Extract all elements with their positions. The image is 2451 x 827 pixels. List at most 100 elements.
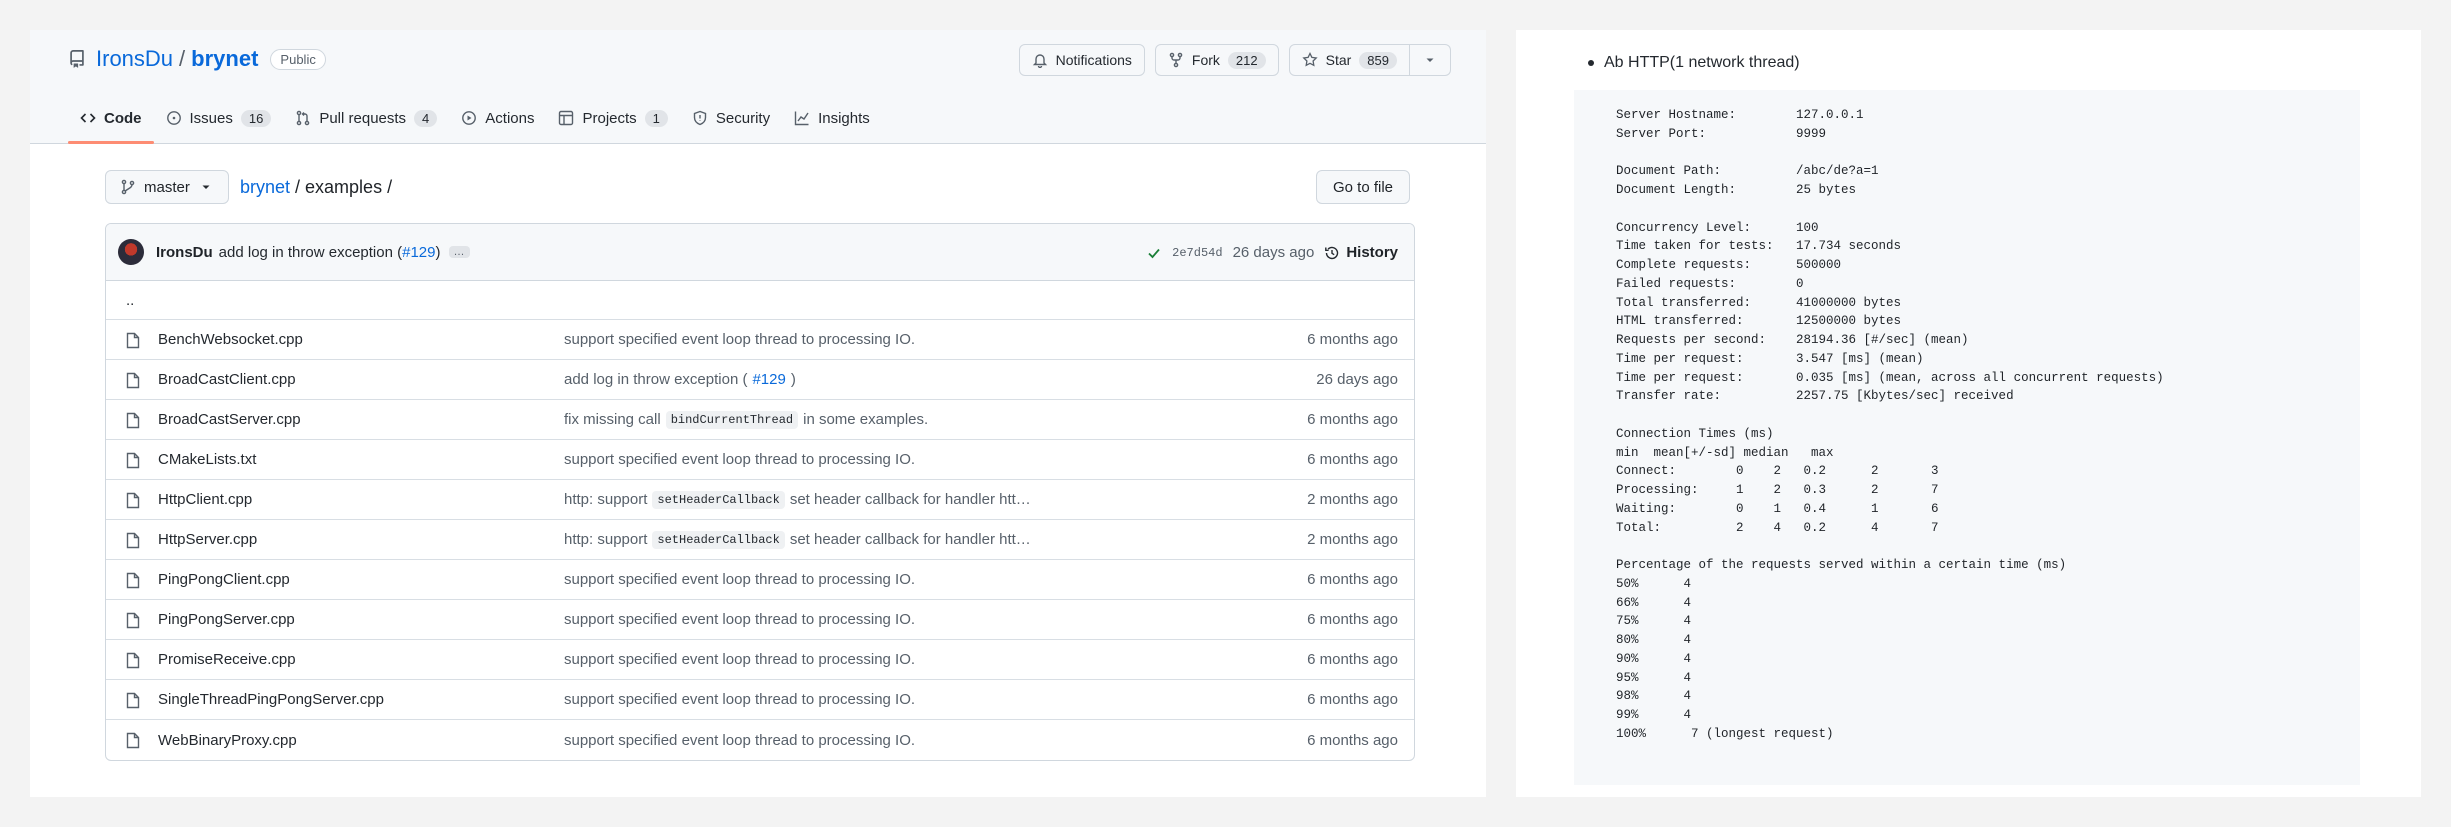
star-button[interactable]: Star 859 [1288, 44, 1410, 76]
file-icon [126, 372, 140, 389]
commit-pr-link[interactable]: #129 [752, 371, 785, 388]
star-list-dropdown[interactable] [1410, 44, 1451, 76]
file-age: 6 months ago [1307, 691, 1398, 708]
commit-msg-text: in some examples. [803, 411, 929, 428]
file-name-link[interactable]: HttpClient.cpp [158, 491, 252, 508]
file-commit-message[interactable]: support specified event loop thread to p… [564, 331, 915, 348]
breadcrumb-path: / examples / [290, 177, 393, 197]
tab-pull-requests[interactable]: Pull requests 4 [283, 93, 449, 143]
commit-msg-text: support specified event loop thread to p… [564, 611, 916, 628]
tab-label: Projects [582, 109, 637, 127]
file-name-link[interactable]: WebBinaryProxy.cpp [158, 732, 297, 749]
tab-projects[interactable]: Projects 1 [546, 93, 679, 143]
file-row[interactable]: SingleThreadPingPongServer.cpp support sp… [106, 680, 1414, 720]
commit-msg-text: support specified event loop thread to p… [564, 331, 916, 348]
file-row[interactable]: BroadCastServer.cpp fix missing call bind… [106, 400, 1414, 440]
repo-icon [68, 50, 86, 68]
commit-sha[interactable]: 2e7d54d [1172, 246, 1222, 260]
avatar[interactable] [118, 239, 144, 265]
file-row[interactable]: CMakeLists.txt support specified event lo… [106, 440, 1414, 480]
tab-label: Actions [485, 109, 535, 127]
file-commit-message[interactable]: support specified event loop thread to p… [564, 691, 915, 708]
commit-pr-link[interactable]: #129 [402, 244, 435, 261]
commit-message-close: ) [435, 243, 441, 261]
file-name-link[interactable]: CMakeLists.txt [158, 451, 256, 468]
visibility-badge: Public [270, 48, 326, 70]
fork-button[interactable]: Fork 212 [1154, 44, 1279, 76]
parent-directory-link[interactable]: .. [106, 281, 1414, 320]
tab-insights[interactable]: Insights [782, 93, 882, 143]
tab-actions[interactable]: Actions [449, 93, 546, 143]
branch-selector[interactable]: master [105, 170, 229, 204]
commit-msg-text: ) [790, 371, 796, 388]
commit-message-text: add log in throw exception ( [218, 243, 403, 261]
file-row[interactable]: WebBinaryProxy.cpp support specified even… [106, 720, 1414, 760]
file-name-link[interactable]: BroadCastServer.cpp [158, 411, 301, 428]
file-commit-message[interactable]: support specified event loop thread to p… [564, 571, 915, 588]
history-link[interactable]: History [1324, 244, 1398, 261]
file-commit-message[interactable]: http: support setHeaderCallback set head… [564, 530, 1031, 549]
commit-author[interactable]: IronsDu [156, 244, 213, 261]
repo-owner-link[interactable]: IronsDu [96, 46, 173, 72]
code-block: Server Hostname: 127.0.0.1 Server Port: … [1574, 90, 2360, 785]
go-to-file-button[interactable]: Go to file [1315, 170, 1410, 204]
file-name-link[interactable]: SingleThreadPingPongServer.cpp [158, 691, 384, 708]
tab-count: 4 [414, 109, 438, 127]
bell-icon [1032, 52, 1048, 68]
file-age: 26 days ago [1316, 371, 1398, 388]
file-name-link[interactable]: HttpServer.cpp [158, 531, 257, 548]
commit-message[interactable]: add log in throw exception (#129) [219, 244, 441, 261]
file-icon [126, 612, 140, 629]
file-commit-message[interactable]: fix missing call bindCurrentThread in so… [564, 410, 929, 429]
file-icon [126, 332, 140, 349]
file-commit-message[interactable]: support specified event loop thread to p… [564, 611, 915, 628]
file-age: 6 months ago [1307, 411, 1398, 428]
file-commit-message[interactable]: http: support setHeaderCallback set head… [564, 490, 1031, 509]
github-repo-panel: IronsDu / brynet Public Notifications Fo… [30, 30, 1486, 797]
tab-issues[interactable]: Issues 16 [154, 93, 284, 143]
notifications-button[interactable]: Notifications [1018, 44, 1145, 76]
file-icon [126, 412, 140, 429]
file-name-link[interactable]: PromiseReceive.cpp [158, 651, 296, 668]
file-name-link[interactable]: PingPongServer.cpp [158, 611, 295, 628]
file-row[interactable]: BroadCastClient.cpp add log in throw exce… [106, 360, 1414, 400]
file-icon [126, 452, 140, 469]
latest-commit-bar: IronsDu add log in throw exception (#129… [106, 224, 1414, 281]
tab-count: 1 [644, 109, 668, 127]
file-commit-message[interactable]: support specified event loop thread to p… [564, 732, 915, 749]
file-row[interactable]: BenchWebsocket.cpp support specified even… [106, 320, 1414, 360]
commit-msg-text: support specified event loop thread to p… [564, 571, 916, 588]
benchmark-list-item: Ab HTTP(1 network thread) [1588, 54, 1800, 72]
pull-request-icon [295, 110, 311, 126]
file-row[interactable]: HttpServer.cpp http: support setHeaderCal… [106, 520, 1414, 560]
file-row[interactable]: PromiseReceive.cpp support specified even… [106, 640, 1414, 680]
file-row[interactable]: PingPongClient.cpp support specified even… [106, 560, 1414, 600]
breadcrumb-repo-link[interactable]: brynet [240, 177, 290, 197]
star-group: Star 859 [1288, 44, 1451, 76]
tab-security[interactable]: Security [680, 93, 782, 143]
file-commit-message[interactable]: add log in throw exception (#129) [564, 371, 796, 388]
commit-msg-text: support specified event loop thread to p… [564, 451, 916, 468]
repo-title-separator: / [179, 46, 186, 71]
file-name-link[interactable]: BroadCastClient.cpp [158, 371, 296, 388]
triangle-down-icon [198, 179, 214, 195]
commit-msg-text: support specified event loop thread to p… [564, 731, 916, 749]
repo-title: IronsDu / brynet Public [68, 44, 326, 74]
benchmark-output: Server Hostname: 127.0.0.1 Server Port: … [1616, 108, 2164, 741]
commit-expand-button[interactable]: … [448, 246, 470, 258]
file-name-link[interactable]: BenchWebsocket.cpp [158, 331, 303, 348]
file-commit-message[interactable]: support specified event loop thread to p… [564, 451, 915, 468]
file-name-link[interactable]: PingPongClient.cpp [158, 571, 290, 588]
file-commit-message[interactable]: support specified event loop thread to p… [564, 651, 915, 668]
git-branch-icon [120, 179, 136, 195]
tab-code[interactable]: Code [68, 93, 154, 144]
file-row[interactable]: HttpClient.cpp http: support setHeaderCal… [106, 480, 1414, 520]
inline-code: setHeaderCallback [652, 490, 785, 509]
repo-name-link[interactable]: brynet [191, 46, 258, 72]
check-icon[interactable] [1146, 245, 1162, 261]
file-row[interactable]: PingPongServer.cpp support specified even… [106, 600, 1414, 640]
commit-msg-text: http: support [564, 531, 648, 548]
commit-age: 26 days ago [1232, 244, 1315, 261]
file-age: 6 months ago [1307, 731, 1398, 749]
fork-label: Fork [1191, 52, 1220, 68]
